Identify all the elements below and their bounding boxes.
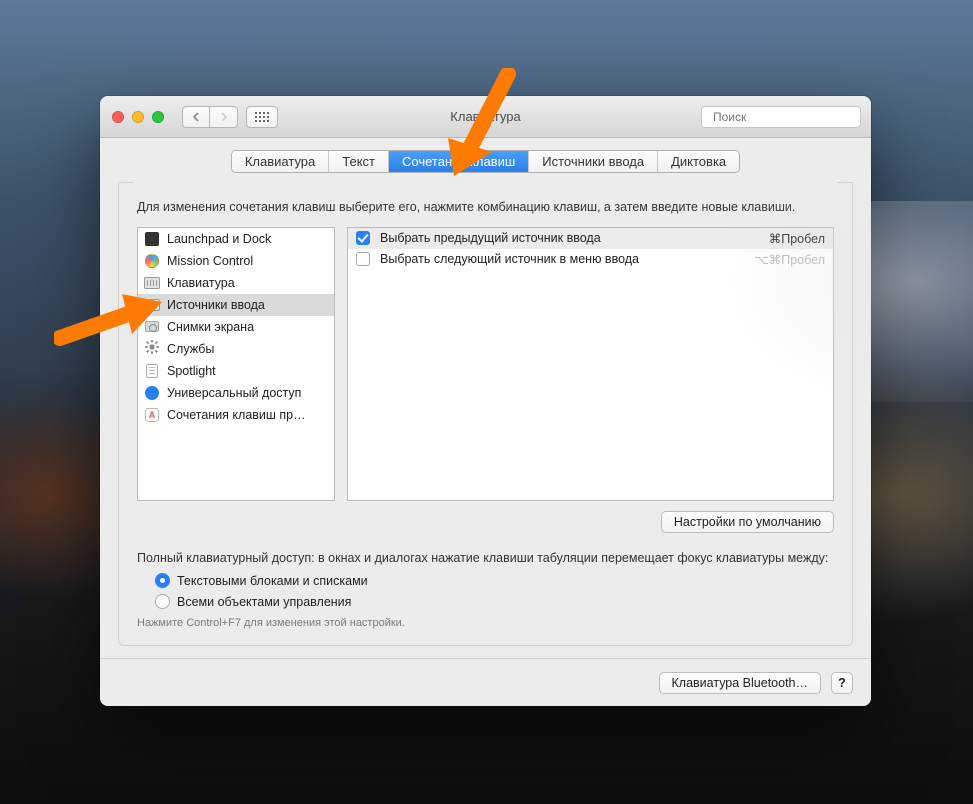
fka-caption: Полный клавиатурный доступ: в окнах и ди…: [137, 551, 834, 565]
fka-hint: Нажмите Control+F7 для изменения этой на…: [137, 617, 834, 629]
category-row[interactable]: Spotlight: [138, 360, 334, 382]
radio-icon: [155, 573, 170, 588]
restore-defaults-button[interactable]: Настройки по умолчанию: [661, 511, 834, 533]
search-field[interactable]: [701, 106, 861, 128]
category-label: Launchpad и Dock: [167, 232, 271, 246]
window-controls: [112, 111, 164, 123]
camera-icon: [145, 321, 159, 332]
shortcut-checkbox[interactable]: [356, 252, 370, 266]
mission-control-icon: [145, 254, 159, 268]
category-label: Mission Control: [167, 254, 253, 268]
category-row[interactable]: Клавиатура: [138, 272, 334, 294]
category-row[interactable]: Сочетания клавиш пр…: [138, 404, 334, 426]
close-icon[interactable]: [112, 111, 124, 123]
app-shortcuts-icon: [145, 408, 159, 422]
shortcut-row[interactable]: Выбрать предыдущий источник ввода ⌘Пробел: [348, 228, 833, 249]
gear-icon: [145, 340, 159, 357]
content-group: Для изменения сочетания клавиш выберите …: [118, 183, 853, 646]
help-button[interactable]: ?: [831, 672, 853, 694]
panes: Launchpad и Dock Mission Control Клавиатур…: [137, 227, 834, 502]
grid-icon: [255, 112, 269, 122]
radio-label: Всеми объектами управления: [177, 595, 351, 609]
spotlight-icon: [146, 364, 158, 378]
shortcut-combo[interactable]: ⌥⌘Пробел: [754, 252, 825, 267]
radio-label: Текстовыми блоками и списками: [177, 574, 368, 588]
shortcut-row[interactable]: Выбрать следующий источник в меню ввода ⌥…: [348, 249, 833, 270]
titlebar: Клавиатура: [100, 96, 871, 138]
preferences-window: Клавиатура КлавиатураТекстСочетания клав…: [100, 96, 871, 706]
zoom-icon[interactable]: [152, 111, 164, 123]
shortcut-label: Выбрать следующий источник в меню ввода: [380, 252, 639, 266]
shortcut-list[interactable]: Выбрать предыдущий источник ввода ⌘Пробел…: [347, 227, 834, 502]
fka-radio[interactable]: Всеми объектами управления: [155, 594, 834, 609]
chevron-right-icon: [220, 112, 228, 122]
launchpad-icon: [145, 232, 159, 246]
category-label: Клавиатура: [167, 276, 235, 290]
forward-button[interactable]: [210, 106, 238, 128]
tab-3[interactable]: Источники ввода: [529, 151, 658, 172]
back-button[interactable]: [182, 106, 210, 128]
instruction-text: Для изменения сочетания клавиш выберите …: [137, 199, 834, 217]
bluetooth-keyboard-button[interactable]: Клавиатура Bluetooth…: [659, 672, 822, 694]
nav-segment: [182, 106, 238, 128]
category-label: Снимки экрана: [167, 320, 254, 334]
footer: Клавиатура Bluetooth… ?: [100, 658, 871, 706]
category-row[interactable]: Универсальный доступ: [138, 382, 334, 404]
keyboard-icon: [144, 299, 160, 311]
radio-icon: [155, 594, 170, 609]
shortcut-combo[interactable]: ⌘Пробел: [769, 231, 825, 246]
tab-2[interactable]: Сочетания клавиш: [389, 151, 529, 172]
category-row[interactable]: Источники ввода: [138, 294, 334, 316]
category-label: Сочетания клавиш пр…: [167, 408, 306, 422]
tab-1[interactable]: Текст: [329, 151, 389, 172]
category-label: Службы: [167, 342, 214, 356]
shortcut-label: Выбрать предыдущий источник ввода: [380, 231, 601, 245]
show-all-button[interactable]: [246, 106, 278, 128]
category-list[interactable]: Launchpad и Dock Mission Control Клавиатур…: [137, 227, 335, 502]
category-row[interactable]: Mission Control: [138, 250, 334, 272]
category-label: Spotlight: [167, 364, 216, 378]
shortcut-checkbox[interactable]: [356, 231, 370, 245]
tab-4[interactable]: Диктовка: [658, 151, 739, 172]
keyboard-icon: [144, 277, 160, 289]
tab-0[interactable]: Клавиатура: [232, 151, 329, 172]
minimize-icon[interactable]: [132, 111, 144, 123]
category-row[interactable]: Launchpad и Dock: [138, 228, 334, 250]
search-input[interactable]: [713, 110, 868, 124]
category-label: Универсальный доступ: [167, 386, 301, 400]
category-row[interactable]: Снимки экрана: [138, 316, 334, 338]
category-row[interactable]: Службы: [138, 338, 334, 360]
fka-radio-group: Текстовыми блоками и списками Всеми объек…: [155, 573, 834, 609]
fka-radio[interactable]: Текстовыми блоками и списками: [155, 573, 834, 588]
accessibility-icon: [145, 386, 159, 400]
category-label: Источники ввода: [167, 298, 265, 312]
chevron-left-icon: [192, 112, 200, 122]
tab-bar: КлавиатураТекстСочетания клавишИсточники…: [100, 138, 871, 183]
defaults-row: Настройки по умолчанию: [137, 511, 834, 533]
